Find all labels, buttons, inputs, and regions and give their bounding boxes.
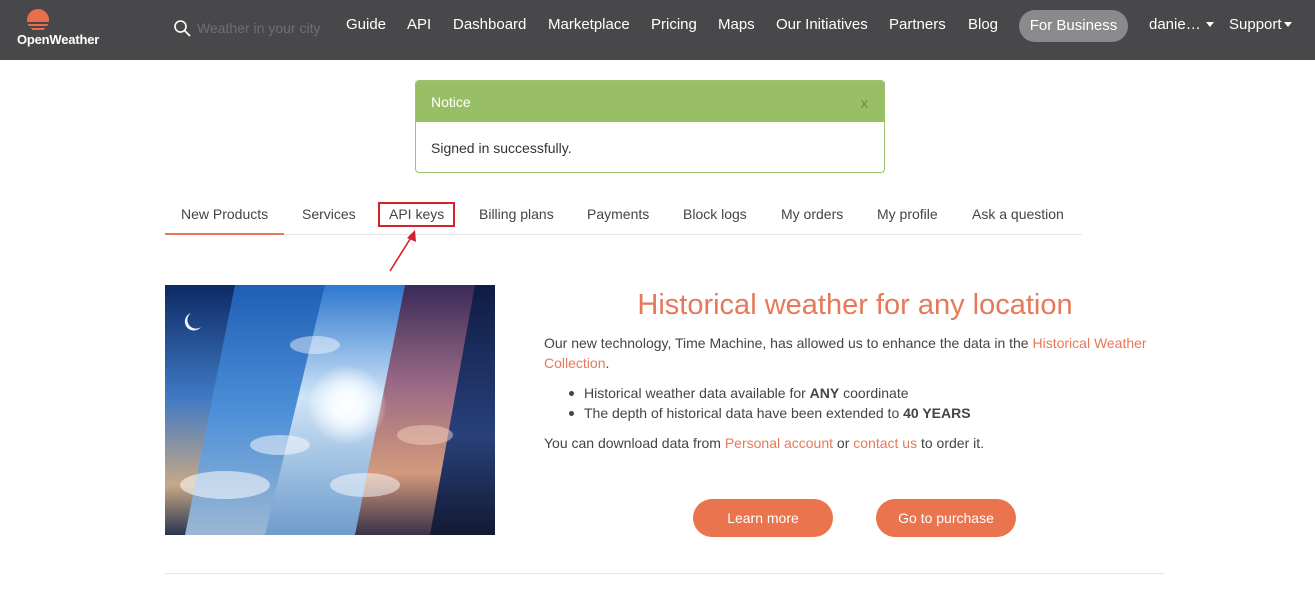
notice-title: Notice: [431, 94, 471, 110]
caret-down-icon: [1205, 22, 1214, 27]
nav-link-api[interactable]: API: [407, 16, 431, 33]
list-item: The depth of historical data have been e…: [566, 403, 1166, 423]
search-input[interactable]: [197, 15, 333, 41]
nav-link-pricing[interactable]: Pricing: [651, 16, 697, 33]
nav-link-our-initiatives[interactable]: Our Initiatives: [776, 16, 868, 33]
download-text: You can download data from Personal acco…: [544, 433, 1164, 453]
bullet-text: The depth of historical data have been e…: [584, 405, 904, 421]
logo-text: OpenWeather: [17, 32, 100, 47]
for-business-button[interactable]: For Business: [1019, 10, 1128, 42]
divider: [165, 573, 1165, 574]
top-nav: OpenWeather Guide API Dashboard Marketpl…: [0, 0, 1315, 60]
tab-new-products[interactable]: New Products: [181, 206, 268, 222]
bullet-text: Historical weather data available for: [584, 385, 810, 401]
search-box: [173, 15, 333, 41]
api-keys-highlight: [378, 202, 455, 227]
download-text-mid: or: [833, 435, 854, 451]
tab-ask-a-question[interactable]: Ask a question: [972, 206, 1064, 222]
search-icon[interactable]: [173, 19, 191, 37]
openweather-sun-icon: [25, 9, 51, 34]
download-text-start: You can download data from: [544, 435, 725, 451]
tab-billing-plans[interactable]: Billing plans: [479, 206, 554, 222]
hero-intro: Our new technology, Time Machine, has al…: [544, 333, 1164, 373]
red-arrow-icon: [389, 230, 416, 272]
active-tab-indicator: [165, 233, 284, 235]
contact-us-link[interactable]: contact us: [853, 435, 917, 451]
sky-collage-image: [165, 285, 495, 535]
bullet-text-end: coordinate: [839, 385, 909, 401]
nav-link-marketplace[interactable]: Marketplace: [548, 16, 630, 33]
tab-my-profile[interactable]: My profile: [877, 206, 938, 222]
bullet-bold: 40 YEARS: [903, 405, 971, 421]
notice-header: Notice x: [416, 81, 884, 122]
account-tabs: New Products Services API keys Billing p…: [165, 194, 1082, 235]
notice-close-button[interactable]: x: [861, 95, 869, 112]
tab-my-orders[interactable]: My orders: [781, 206, 843, 222]
tab-payments[interactable]: Payments: [587, 206, 649, 222]
nav-link-maps[interactable]: Maps: [718, 16, 755, 33]
hero-intro-text: Our new technology, Time Machine, has al…: [544, 335, 1033, 351]
download-text-end: to order it.: [917, 435, 985, 451]
go-to-purchase-button[interactable]: Go to purchase: [876, 499, 1016, 537]
support-menu[interactable]: Support: [1229, 16, 1292, 33]
openweather-logo[interactable]: OpenWeather: [17, 6, 117, 52]
tab-services[interactable]: Services: [302, 206, 356, 222]
personal-account-link[interactable]: Personal account: [725, 435, 833, 451]
user-menu-label: danie…: [1149, 16, 1201, 33]
nav-link-blog[interactable]: Blog: [968, 16, 998, 33]
learn-more-button[interactable]: Learn more: [693, 499, 833, 537]
list-item: Historical weather data available for AN…: [566, 383, 1166, 403]
nav-link-dashboard[interactable]: Dashboard: [453, 16, 526, 33]
bullet-bold: ANY: [809, 385, 840, 401]
hero-title: Historical weather for any location: [637, 289, 1073, 321]
hero-intro-end: .: [605, 355, 610, 371]
notice-message: Signed in successfully.: [431, 140, 572, 156]
notice-alert: Notice x Signed in successfully.: [415, 80, 885, 173]
nav-link-partners[interactable]: Partners: [889, 16, 946, 33]
support-menu-label: Support: [1229, 16, 1282, 33]
user-menu[interactable]: danie…: [1149, 16, 1214, 33]
feature-list: Historical weather data available for AN…: [566, 383, 1166, 423]
caret-down-icon: [1283, 22, 1292, 27]
tab-block-logs[interactable]: Block logs: [683, 206, 747, 222]
nav-link-guide[interactable]: Guide: [346, 16, 386, 33]
